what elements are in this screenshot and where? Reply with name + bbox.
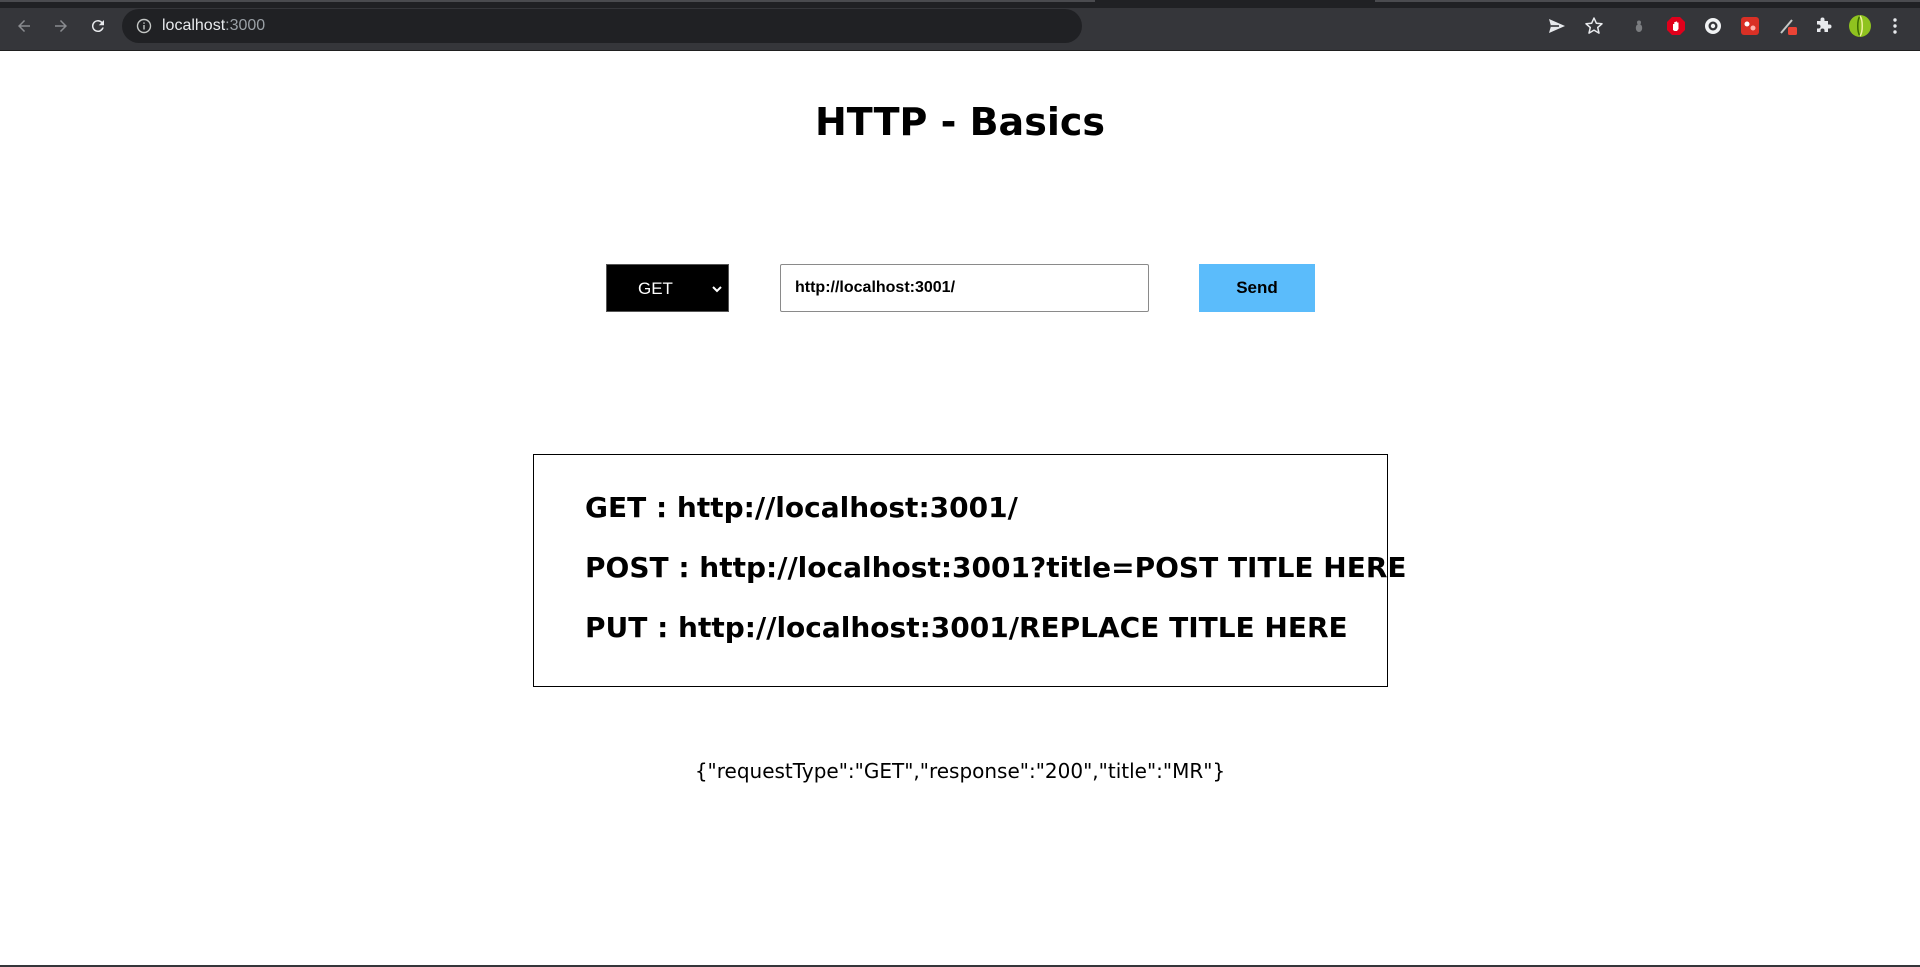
extension-button-3[interactable] xyxy=(1701,14,1725,38)
route-put: PUT : http://localhost:3001/REPLACE TITL… xyxy=(585,611,1348,644)
browser-chrome: localhost:3000 xyxy=(0,0,1920,51)
extension-button-4[interactable] xyxy=(1738,14,1762,38)
tab-edge xyxy=(1375,0,1920,2)
extension-dot-icon xyxy=(1635,20,1643,32)
reload-icon xyxy=(91,20,104,33)
puzzle-icon xyxy=(1817,17,1832,32)
extension-button-1[interactable] xyxy=(1627,14,1651,38)
circle-extension-icon xyxy=(1705,18,1721,34)
response-text: {"requestType":"GET","response":"200","t… xyxy=(694,759,1226,783)
forward-arrow-icon xyxy=(55,20,67,32)
method-select-value: GET xyxy=(638,279,673,298)
extension-button-2[interactable] xyxy=(1664,14,1688,38)
page-title: HTTP - Basics xyxy=(815,100,1105,144)
extensions-menu-button[interactable] xyxy=(1811,14,1835,38)
send-tab-button[interactable] xyxy=(1545,14,1569,38)
url-host: localhost xyxy=(162,17,226,34)
route-post: POST : http://localhost:3001?title=POST … xyxy=(585,551,1407,584)
route-get: GET : http://localhost:3001/ xyxy=(585,491,1018,524)
extension-button-5[interactable] xyxy=(1776,14,1800,38)
stop-hand-icon xyxy=(1667,17,1685,35)
url-port: :3000 xyxy=(225,17,266,34)
profile-avatar-icon xyxy=(1849,15,1871,37)
send-button[interactable]: Send xyxy=(1199,264,1315,312)
reload-button[interactable] xyxy=(86,14,110,38)
routes-box: GET : http://localhost:3001/ POST : http… xyxy=(533,454,1407,687)
back-button[interactable] xyxy=(12,14,36,38)
back-arrow-icon xyxy=(18,20,30,32)
browser-menu-button[interactable] xyxy=(1883,14,1907,38)
method-select[interactable]: GET xyxy=(606,264,729,312)
chevron-down-icon xyxy=(712,286,722,293)
page-content: HTTP - Basics GET Send GET : http://loca… xyxy=(0,52,1920,965)
bookmark-button[interactable] xyxy=(1582,14,1606,38)
tab-strip xyxy=(0,0,1920,8)
address-bar[interactable]: localhost:3000 xyxy=(122,9,1082,43)
url-input[interactable] xyxy=(780,264,1149,312)
red-extension-icon xyxy=(1741,17,1759,35)
menu-dots-icon xyxy=(1893,18,1897,34)
pen-extension-icon xyxy=(1780,19,1797,35)
info-icon[interactable] xyxy=(136,18,152,34)
forward-button[interactable] xyxy=(49,14,73,38)
send-tab-icon xyxy=(1549,19,1565,33)
profile-button[interactable] xyxy=(1848,14,1872,38)
bookmark-star-icon xyxy=(1585,17,1603,34)
tab-edge xyxy=(0,0,1095,2)
address-url[interactable]: localhost:3000 xyxy=(162,17,265,35)
